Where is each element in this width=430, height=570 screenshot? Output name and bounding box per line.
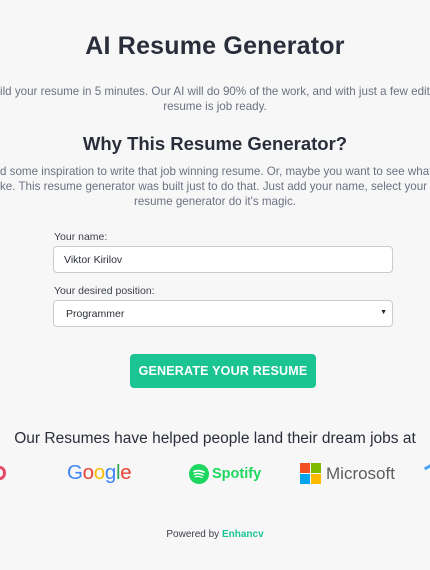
position-select[interactable]: Programmer ▼: [53, 300, 393, 327]
spotify-icon: [189, 464, 209, 484]
spotify-logo: Spotify: [189, 464, 261, 484]
google-letter: g: [104, 461, 116, 484]
powered-by-label: Powered by: [166, 529, 220, 540]
partial-logo-icon: [0, 466, 6, 480]
position-select-value: Programmer: [66, 307, 125, 320]
partial-logo-icon: [423, 462, 430, 471]
name-input[interactable]: [53, 246, 393, 273]
google-letter: e: [120, 461, 132, 484]
name-label: Your name:: [54, 231, 108, 243]
why-text-line-3: resume generator do it's magic.: [133, 195, 297, 208]
companies-heading: Our Resumes have helped people land thei…: [14, 430, 416, 447]
microsoft-logo: Microsoft: [300, 463, 395, 484]
microsoft-wordmark: Microsoft: [326, 463, 395, 483]
powered-by: Powered by Enhancv: [0, 529, 430, 540]
google-letter: o: [82, 461, 94, 484]
generate-resume-button[interactable]: GENERATE YOUR RESUME: [130, 354, 316, 388]
microsoft-icon: [300, 463, 321, 484]
why-section-title: Why This Resume Generator?: [82, 133, 348, 154]
intro-text-line-2: resume is job ready.: [163, 100, 267, 113]
google-letter: G: [67, 461, 83, 484]
enhancv-link[interactable]: Enhancv: [222, 529, 264, 540]
google-letter: o: [93, 461, 105, 484]
google-logo: Google: [67, 461, 132, 485]
position-label: Your desired position:: [54, 285, 155, 297]
spotify-wordmark: Spotify: [212, 466, 262, 482]
chevron-down-icon: ▼: [380, 309, 387, 316]
page-title: AI Resume Generator: [85, 32, 345, 60]
